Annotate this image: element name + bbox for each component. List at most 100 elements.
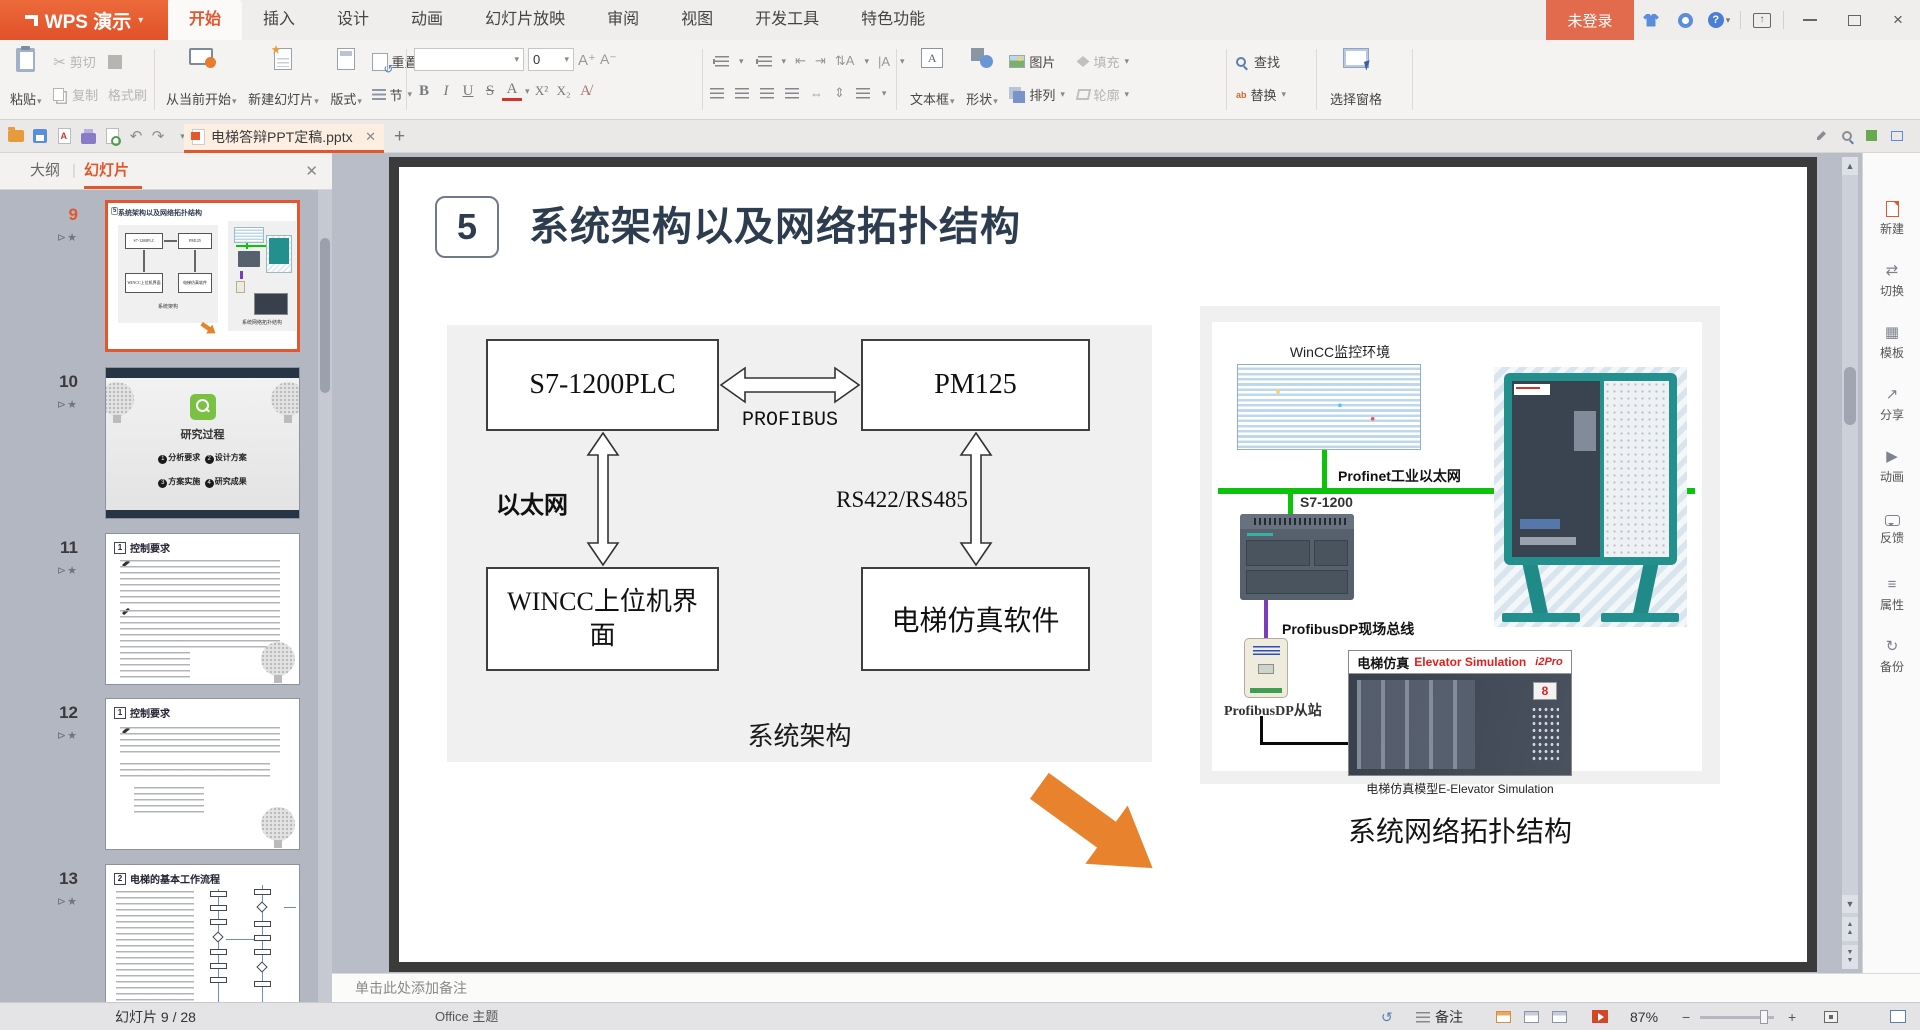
sidebar-item-share[interactable]: ↗分享 <box>1863 387 1920 423</box>
slide-number-badge[interactable]: 5 <box>435 196 499 258</box>
line-spacing-icon[interactable]: ⇕ <box>834 85 845 101</box>
panel-scrollbar[interactable] <box>318 190 332 1002</box>
help-button[interactable]: ?▾ <box>1702 0 1736 40</box>
fullscreen-view-button[interactable] <box>1890 1010 1906 1023</box>
clear-format-button[interactable]: A̸ <box>576 83 596 100</box>
login-button[interactable]: 未登录 <box>1546 0 1634 40</box>
subscript-button[interactable]: X₂ <box>554 83 574 99</box>
skin-button[interactable] <box>1634 0 1668 40</box>
tab-animation[interactable]: 动画 <box>390 0 464 40</box>
save-button[interactable] <box>28 120 52 152</box>
close-button[interactable]: × <box>1876 0 1920 40</box>
monitor-mode-button[interactable] <box>1888 127 1905 144</box>
bullet-list-icon[interactable] <box>715 56 729 67</box>
reading-view-button[interactable] <box>1552 1011 1567 1023</box>
document-tab[interactable]: 电梯答辩PPT定稿.pptx ✕ <box>184 124 384 153</box>
justify-icon[interactable] <box>785 88 799 99</box>
slide-thumbnail-9[interactable]: 5 系统架构以及网络拓扑结构 S7-1200PLC PM125 WINCC上位机… <box>105 200 300 352</box>
undo-button[interactable]: ↶ <box>124 120 148 152</box>
export-pdf-button[interactable] <box>52 120 76 152</box>
close-panel-icon[interactable]: ✕ <box>305 162 318 180</box>
diagram-box-sim[interactable]: 电梯仿真软件 <box>861 567 1090 671</box>
arrange-button[interactable]: 排列▾ <box>1009 83 1065 107</box>
fit-slide-button[interactable] <box>1824 1011 1838 1023</box>
format-painter-icon-button[interactable] <box>108 50 147 74</box>
pen-tool-button[interactable] <box>1813 127 1830 144</box>
sidebar-item-template[interactable]: ▦模板 <box>1863 325 1920 361</box>
search-toolbar-button[interactable] <box>1838 127 1855 144</box>
history-button[interactable]: ↺ <box>1381 1003 1393 1030</box>
section-button[interactable]: 节▾ <box>372 83 418 107</box>
sidebar-item-transition[interactable]: ⇄切换 <box>1863 263 1920 299</box>
layout-button[interactable]: 版式▾ <box>326 45 366 111</box>
print-button[interactable] <box>76 120 100 152</box>
slide-title[interactable]: 系统架构以及网络拓扑结构 <box>529 196 1021 258</box>
bold-button[interactable]: B <box>414 83 434 100</box>
selection-pane-button[interactable]: 选择窗格 <box>1326 45 1386 111</box>
scroll-up-icon[interactable]: ▲ <box>1842 157 1858 175</box>
decrease-indent-icon[interactable]: ⇤ <box>795 53 806 69</box>
text-direction-icon[interactable]: ⇅A <box>835 53 855 69</box>
animation-star-icon[interactable]: ⊳★ <box>44 895 78 908</box>
next-slide-button[interactable]: ▼▼ <box>1842 945 1858 969</box>
slide-thumbnail-10[interactable]: 研究过程 1分析要求 2设计方案 3方案实施 4研究成果 <box>105 367 300 519</box>
align-right-icon[interactable] <box>760 88 774 99</box>
font-color-button[interactable]: A <box>502 81 522 101</box>
diagram-box-wincc[interactable]: WINCC上位机界面 <box>486 567 719 671</box>
tab-design[interactable]: 设计 <box>316 0 390 40</box>
close-document-icon[interactable]: ✕ <box>365 129 376 145</box>
replace-button[interactable]: ab替换▾ <box>1236 83 1286 107</box>
zoom-in-button[interactable]: + <box>1788 1003 1796 1030</box>
architecture-caption[interactable]: 系统架构 <box>447 716 1152 753</box>
fill-button[interactable]: 填充▾ <box>1077 50 1130 74</box>
tab-features[interactable]: 特色功能 <box>840 0 946 40</box>
normal-view-button[interactable] <box>1496 1011 1511 1023</box>
numbered-list-icon[interactable] <box>758 56 772 67</box>
zoom-out-button[interactable]: − <box>1682 1003 1690 1030</box>
open-button[interactable] <box>4 120 28 152</box>
architecture-diagram[interactable]: S7-1200PLC PM125 WINCC上位机界面 电梯仿真软件 PROFI… <box>447 325 1152 762</box>
weibo-button[interactable] <box>1668 0 1702 40</box>
copy-button[interactable]: 复制 <box>53 83 98 107</box>
align-center-icon[interactable] <box>735 88 749 99</box>
slide-thumbnail-11[interactable]: 1控制要求 <box>105 533 300 685</box>
apps-button[interactable] <box>1863 127 1880 144</box>
tab-slideshow[interactable]: 幻灯片放映 <box>464 0 586 40</box>
tab-devtools[interactable]: 开发工具 <box>734 0 840 40</box>
sidebar-item-backup[interactable]: ↻备份 <box>1863 639 1920 675</box>
increase-indent-icon[interactable]: ⇥ <box>815 53 826 69</box>
increase-font-icon[interactable]: A⁺ <box>578 51 596 69</box>
outline-button[interactable]: 轮廓▾ <box>1077 83 1130 107</box>
redo-button[interactable]: ↷ <box>146 120 170 152</box>
diagram-box-pm125[interactable]: PM125 <box>861 339 1090 431</box>
tab-insert[interactable]: 插入 <box>242 0 316 40</box>
slide[interactable]: 5 系统架构以及网络拓扑结构 S7-1200PLC PM125 WINCC上位机… <box>399 167 1807 962</box>
italic-button[interactable]: I <box>436 83 456 100</box>
maximize-button[interactable] <box>1832 0 1876 40</box>
align-text-icon[interactable]: |A <box>878 54 890 69</box>
new-slide-button[interactable]: 新建幻灯片▾ <box>244 45 323 111</box>
animation-star-icon[interactable]: ⊳★ <box>44 564 78 577</box>
scroll-down-icon[interactable]: ▼ <box>1842 895 1858 913</box>
hide-ribbon-button[interactable]: ↑ <box>1745 0 1779 40</box>
animation-star-icon[interactable]: ⊳★ <box>44 729 78 742</box>
diagram-box-plc[interactable]: S7-1200PLC <box>486 339 719 431</box>
align-left-icon[interactable] <box>710 88 724 99</box>
find-button[interactable]: 查找 <box>1236 50 1286 74</box>
theme-name[interactable]: Office 主题 <box>435 1003 498 1030</box>
play-from-current-button[interactable]: 从当前开始▾ <box>162 45 241 111</box>
animation-star-icon[interactable]: ⊳★ <box>44 231 78 244</box>
tab-outline[interactable]: 大纲 <box>30 153 60 189</box>
slide-thumbnail-12[interactable]: 1控制要求 <box>105 698 300 850</box>
paste-button[interactable]: 粘贴▾ <box>6 45 46 111</box>
app-logo[interactable]: WPS 演示 ▾ <box>0 0 168 40</box>
canvas-scrollbar[interactable]: ▲ ▼ ▲▲ ▼▼ <box>1842 157 1858 969</box>
slide-sorter-view-button[interactable] <box>1524 1011 1539 1023</box>
tab-view[interactable]: 视图 <box>660 0 734 40</box>
tab-home[interactable]: 开始 <box>168 0 242 40</box>
notes-toggle[interactable]: 备注 <box>1416 1003 1463 1030</box>
font-size-select[interactable]: 0▾ <box>528 48 574 71</box>
zoom-level[interactable]: 87% <box>1630 1003 1658 1030</box>
previous-slide-button[interactable]: ▲▲ <box>1842 917 1858 941</box>
sidebar-item-properties[interactable]: ≡属性 <box>1863 577 1920 613</box>
